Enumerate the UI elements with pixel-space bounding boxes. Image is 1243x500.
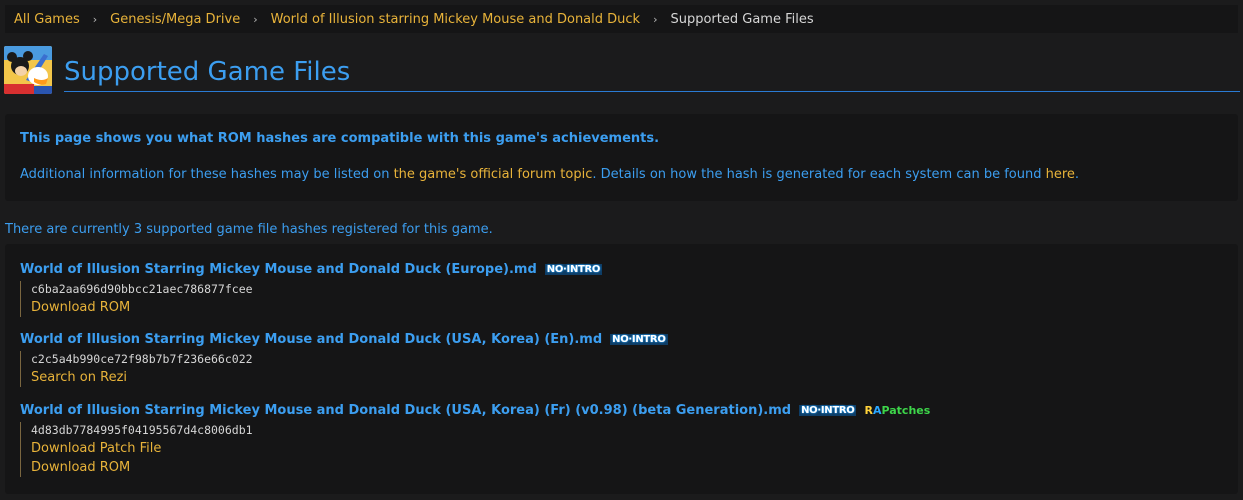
hash-value: 4d83db7784995f04195567d4c8006db1: [31, 423, 253, 437]
hash-value: c2c5a4b990ce72f98b7b7f236e66c022: [31, 352, 253, 366]
breadcrumb: All Games › Genesis/Mega Drive › World o…: [5, 5, 1238, 33]
hash-value: c6ba2aa696d90bbcc21aec786877fcee: [31, 282, 253, 296]
hash-file-name-text[interactable]: World of Illusion Starring Mickey Mouse …: [20, 332, 602, 347]
hash-info-here-link[interactable]: here: [1046, 167, 1075, 182]
hash-file-name[interactable]: World of Illusion Starring Mickey Mouse …: [20, 262, 603, 277]
hash-details: c6ba2aa696d90bbcc21aec786877fcee Downloa…: [20, 281, 602, 317]
hash-file-name[interactable]: World of Illusion Starring Mickey Mouse …: [20, 332, 668, 347]
hash-list-panel: World of Illusion Starring Mickey Mouse …: [5, 244, 1238, 494]
info-text-prefix: Additional information for these hashes …: [20, 167, 394, 182]
info-text-suffix: .: [1074, 167, 1080, 182]
download-rom-link[interactable]: Download ROM: [31, 458, 930, 477]
ra-patches-badge-r: R: [864, 404, 873, 417]
page-title: Supported Game Files: [64, 54, 1240, 92]
breadcrumb-all-games[interactable]: All Games: [14, 12, 80, 27]
chevron-right-icon: ›: [92, 12, 98, 26]
hash-entry: World of Illusion Starring Mickey Mouse …: [20, 262, 603, 317]
hash-details: c2c5a4b990ce72f98b7b7f236e66c022 Search …: [20, 351, 668, 387]
info-heading: This page shows you what ROM hashes are …: [20, 131, 660, 146]
download-patch-file-link[interactable]: Download Patch File: [31, 439, 930, 458]
hash-file-name-text[interactable]: World of Illusion Starring Mickey Mouse …: [20, 262, 537, 277]
hash-file-name[interactable]: World of Illusion Starring Mickey Mouse …: [20, 403, 930, 418]
info-panel: This page shows you what ROM hashes are …: [5, 114, 1238, 201]
breadcrumb-current: Supported Game Files: [670, 11, 814, 27]
game-icon-image[interactable]: [4, 46, 52, 94]
info-text: Additional information for these hashes …: [20, 167, 1079, 182]
hash-count-text: There are currently 3 supported game fil…: [5, 222, 493, 237]
forum-topic-link[interactable]: the game's official forum topic: [394, 167, 593, 182]
hash-entry: World of Illusion Starring Mickey Mouse …: [20, 403, 930, 477]
hash-details: 4d83db7784995f04195567d4c8006db1 Downloa…: [20, 422, 930, 477]
breadcrumb-system[interactable]: Genesis/Mega Drive: [110, 12, 240, 27]
no-intro-badge: NO·INTRO: [544, 264, 603, 275]
breadcrumb-game[interactable]: World of Illusion starring Mickey Mouse …: [271, 12, 640, 27]
ra-patches-badge-text: Patches: [881, 404, 931, 417]
chevron-right-icon: ›: [253, 12, 258, 26]
download-rom-link[interactable]: Download ROM: [31, 298, 602, 317]
hash-file-name-text[interactable]: World of Illusion Starring Mickey Mouse …: [20, 403, 791, 418]
hash-entry: World of Illusion Starring Mickey Mouse …: [20, 332, 668, 387]
no-intro-badge: NO·INTRO: [610, 334, 668, 345]
search-on-rezi-link[interactable]: Search on Rezi: [31, 368, 668, 387]
ra-patches-badge: RAPatches: [864, 405, 930, 416]
chevron-right-icon: ›: [653, 12, 658, 26]
no-intro-badge: NO·INTRO: [799, 405, 857, 416]
info-text-middle: . Details on how the hash is generated f…: [592, 167, 1046, 182]
